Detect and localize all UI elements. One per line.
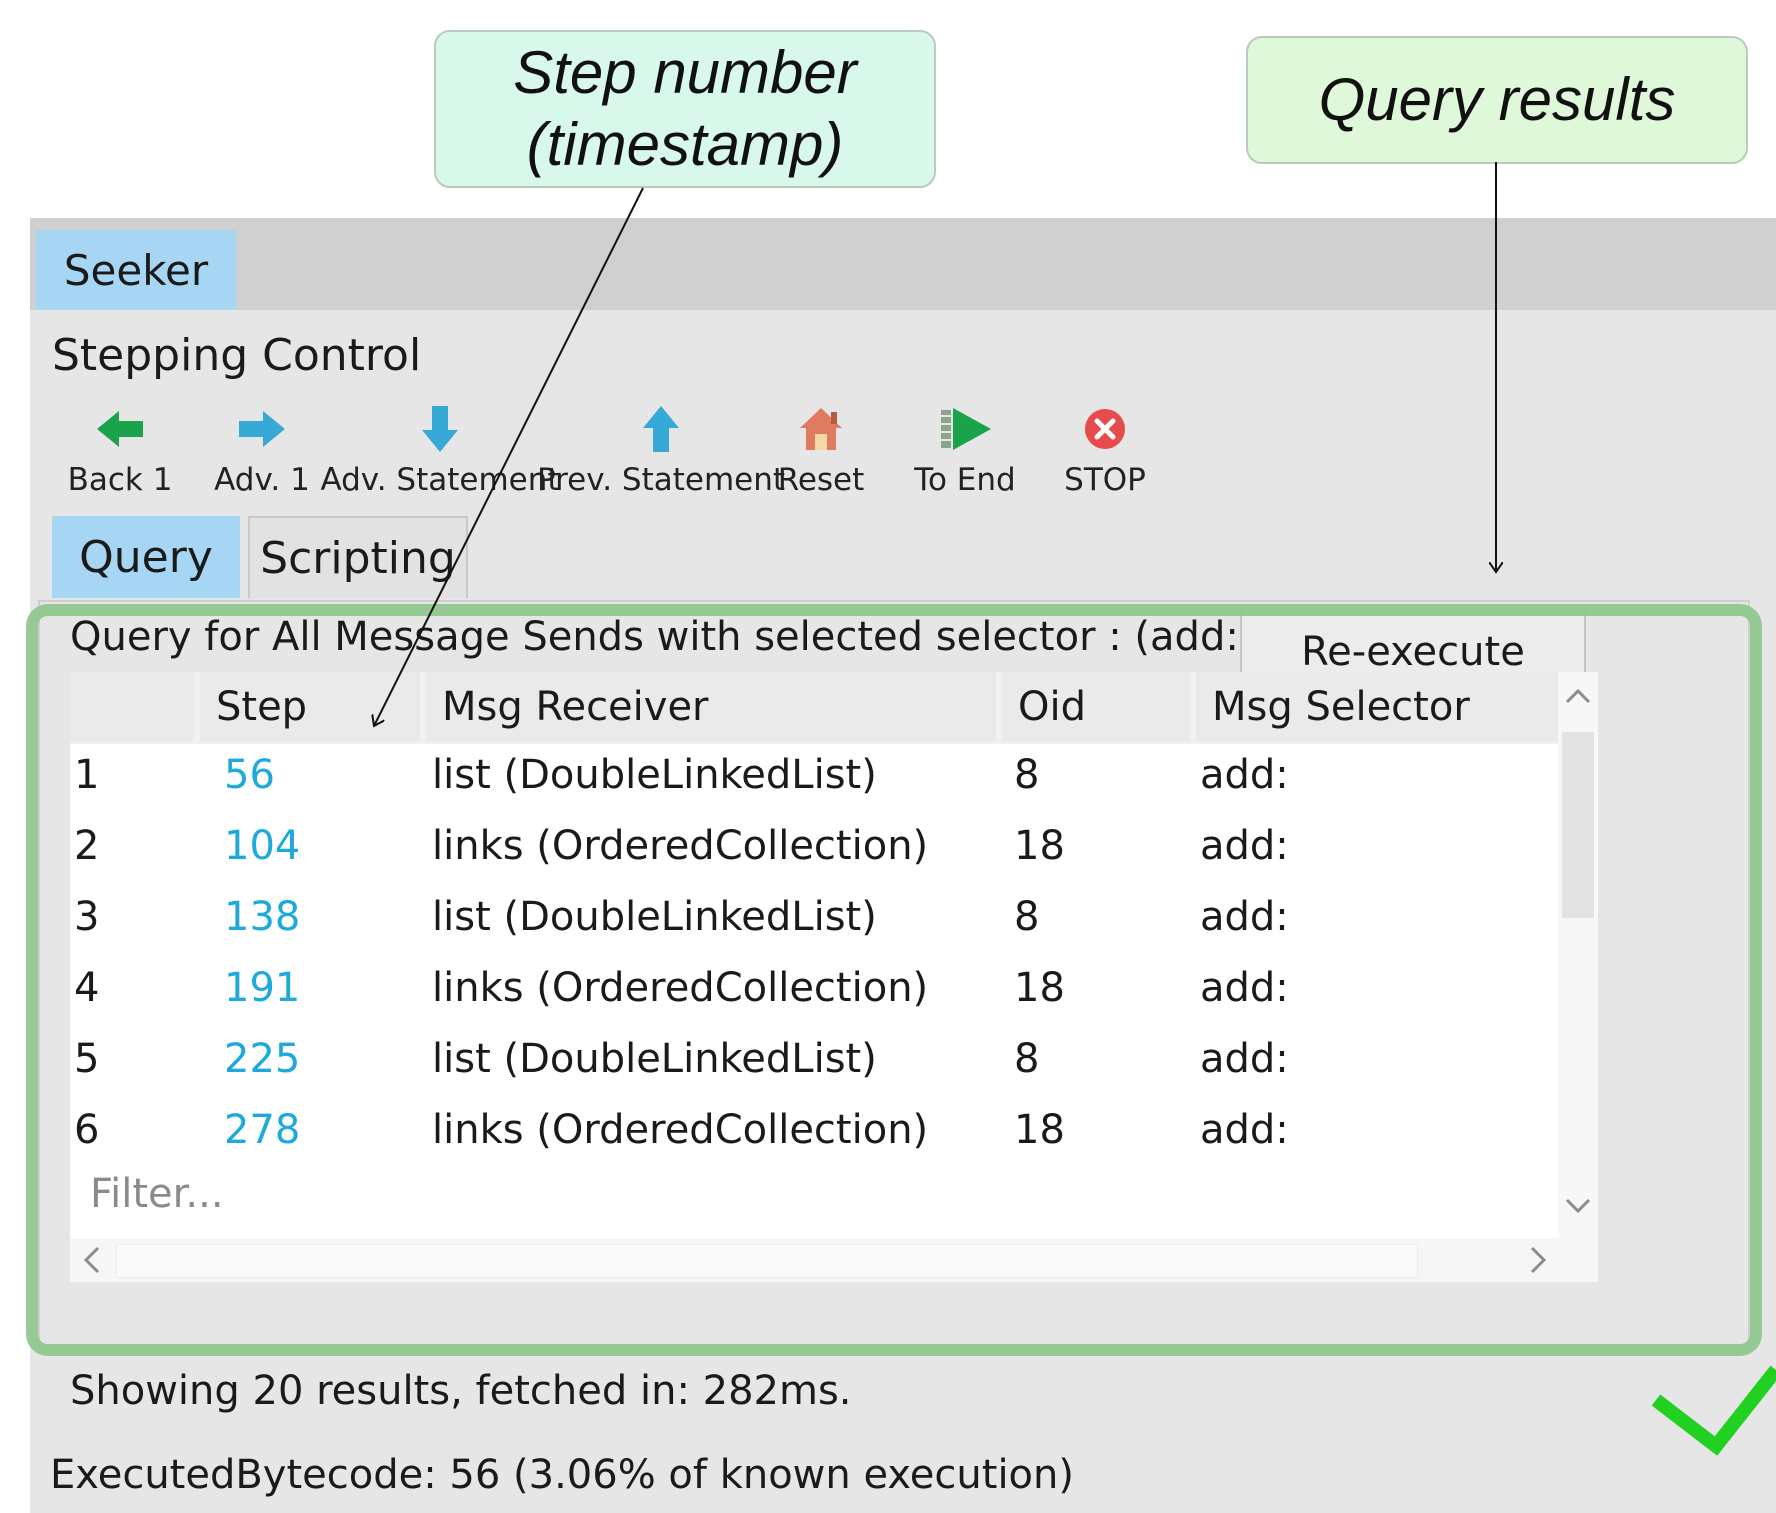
cell-msg-selector: add: [1200, 965, 1289, 1011]
cell-msg-selector: add: [1200, 1036, 1289, 1082]
window-tab-bar: Seeker [30, 218, 1776, 310]
scroll-down-icon[interactable] [1564, 1196, 1592, 1216]
column-header-msg-receiver[interactable]: Msg Receiver [426, 672, 996, 742]
bytecode-status-text: ExecutedBytecode: 56 (3.06% of known exe… [50, 1452, 1074, 1498]
stop-label: STOP [1064, 462, 1146, 498]
stop-icon [1083, 398, 1127, 460]
scroll-up-icon[interactable] [1564, 686, 1592, 706]
cell-index: 6 [74, 1107, 100, 1153]
back-1-button[interactable]: Back 1 [67, 398, 173, 498]
to-end-label: To End [914, 462, 1016, 498]
prev-statement-label: Prev. Statement [536, 462, 786, 498]
query-callout-text: Query results [1318, 66, 1676, 133]
cell-msg-selector: add: [1200, 894, 1289, 940]
cell-msg-receiver: links (OrderedCollection) [432, 965, 929, 1011]
cell-oid: 18 [1014, 965, 1065, 1011]
cell-index: 2 [74, 823, 100, 869]
cell-oid: 8 [1014, 894, 1040, 940]
arrow-left-icon [97, 398, 143, 460]
cell-step-link[interactable]: 138 [224, 894, 300, 940]
column-header-msg-selector[interactable]: Msg Selector [1196, 672, 1558, 742]
tab-query[interactable]: Query [52, 516, 240, 598]
cell-oid: 18 [1014, 1107, 1065, 1153]
step-number-callout: Step number (timestamp) [434, 30, 936, 188]
step-callout-line1: Step number [513, 39, 857, 106]
cell-step-link[interactable]: 278 [224, 1107, 300, 1153]
table-row[interactable]: 3 138 list (DoubleLinkedList) 8 add: [70, 886, 1558, 957]
table-body: 1 56 list (DoubleLinkedList) 8 add: 2 104 links… [70, 744, 1558, 1156]
scroll-left-icon[interactable] [82, 1244, 102, 1276]
cell-step-link[interactable]: 191 [224, 965, 300, 1011]
table-header: Step Msg Receiver Oid Msg Selector [70, 672, 1558, 744]
cell-msg-receiver: list (DoubleLinkedList) [432, 894, 877, 940]
filter-input[interactable] [70, 1156, 1558, 1232]
arrow-down-icon [420, 398, 460, 460]
arrow-up-icon [641, 398, 681, 460]
back-1-label: Back 1 [67, 462, 173, 498]
tab-scripting[interactable]: Scripting [248, 516, 468, 598]
cell-oid: 8 [1014, 752, 1040, 798]
to-end-button[interactable]: To End [910, 398, 1020, 498]
table-row[interactable]: 6 278 links (OrderedCollection) 18 add: [70, 1099, 1558, 1156]
vertical-scroll-thumb[interactable] [1562, 732, 1594, 918]
cell-index: 3 [74, 894, 100, 940]
vertical-scrollbar[interactable] [1558, 672, 1598, 1282]
query-title: Query for All Message Sends with selecte… [70, 614, 1255, 660]
home-icon [798, 398, 844, 460]
cell-step-link[interactable]: 56 [224, 752, 275, 798]
play-end-icon [939, 398, 991, 460]
adv-1-button[interactable]: Adv. 1 [212, 398, 312, 498]
stepping-control-label: Stepping Control [52, 330, 422, 381]
step-callout-line2: (timestamp) [526, 111, 844, 178]
cell-msg-receiver: links (OrderedCollection) [432, 823, 929, 869]
cell-msg-receiver: list (DoubleLinkedList) [432, 1036, 877, 1082]
table-row[interactable]: 1 56 list (DoubleLinkedList) 8 add: [70, 744, 1558, 815]
cell-msg-receiver: list (DoubleLinkedList) [432, 752, 877, 798]
column-header-index[interactable] [70, 672, 194, 742]
cell-step-link[interactable]: 225 [224, 1036, 300, 1082]
cell-msg-selector: add: [1200, 823, 1289, 869]
table-row[interactable]: 2 104 links (OrderedCollection) 18 add: [70, 815, 1558, 886]
cell-msg-selector: add: [1200, 752, 1289, 798]
column-header-oid[interactable]: Oid [1002, 672, 1190, 742]
cell-oid: 18 [1014, 823, 1065, 869]
cell-index: 4 [74, 965, 100, 1011]
results-table: Step Msg Receiver Oid Msg Selector 1 56 li… [70, 672, 1558, 1282]
arrow-right-icon [239, 398, 285, 460]
query-results-callout: Query results [1246, 36, 1748, 164]
stop-button[interactable]: STOP [1060, 398, 1150, 498]
adv-1-label: Adv. 1 [214, 462, 310, 498]
cell-index: 1 [74, 752, 100, 798]
cell-step-link[interactable]: 104 [224, 823, 300, 869]
cell-oid: 8 [1014, 1036, 1040, 1082]
table-row[interactable]: 5 225 list (DoubleLinkedList) 8 add: [70, 1028, 1558, 1099]
seeker-window: Seeker Stepping Control Back 1 Adv. 1 Ad… [30, 218, 1776, 1513]
adv-statement-button[interactable]: Adv. Statement [320, 398, 560, 498]
query-panel: Query for All Message Sends with selecte… [38, 600, 1750, 1350]
cell-index: 5 [74, 1036, 100, 1082]
horizontal-scrollbar[interactable] [70, 1238, 1558, 1282]
cell-msg-selector: add: [1200, 1107, 1289, 1153]
adv-statement-label: Adv. Statement [320, 462, 560, 498]
table-row[interactable]: 4 191 links (OrderedCollection) 18 add: [70, 957, 1558, 1028]
column-header-step[interactable]: Step [200, 672, 420, 742]
results-status-text: Showing 20 results, fetched in: 282ms. [70, 1368, 852, 1414]
tab-seeker[interactable]: Seeker [36, 230, 236, 310]
prev-statement-button[interactable]: Prev. Statement [537, 398, 785, 498]
reset-button[interactable]: Reset [776, 398, 866, 498]
horizontal-scroll-thumb[interactable] [116, 1244, 1418, 1278]
reset-label: Reset [777, 462, 865, 498]
cell-msg-receiver: links (OrderedCollection) [432, 1107, 929, 1153]
scroll-right-icon[interactable] [1528, 1244, 1548, 1276]
